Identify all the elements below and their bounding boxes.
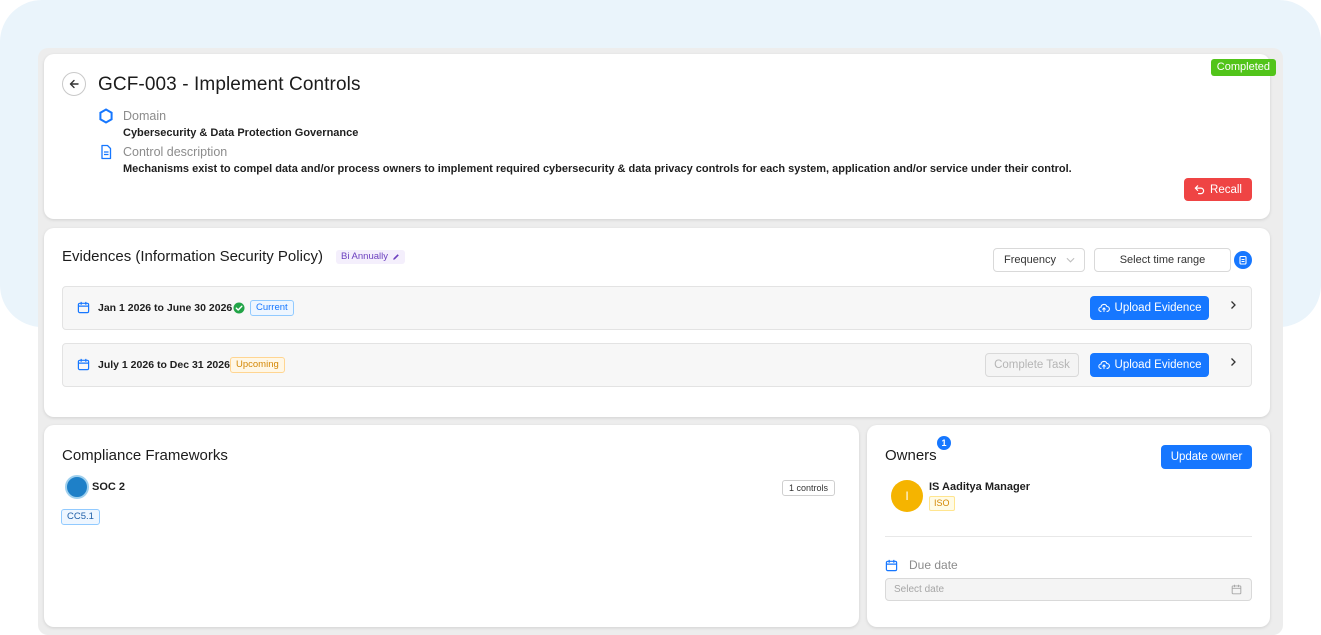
calendar-icon [77,358,90,371]
calendar-icon [885,559,898,572]
chevron-right-icon[interactable] [1230,357,1237,367]
check-circle-icon [233,302,245,314]
recall-button[interactable]: Recall [1184,178,1252,201]
upload-evidence-label: Upload Evidence [1114,302,1202,314]
evidences-card: Evidences (Information Security Policy) … [44,228,1270,417]
cloud-upload-icon [1097,360,1110,369]
owner-role-tag: ISO [929,496,955,511]
chevron-right-icon[interactable] [1230,300,1237,310]
frequency-badge-label: Bi Annually [341,251,389,262]
arrow-left-icon [69,79,79,89]
document-icon [101,144,112,160]
frequency-select-value: Frequency [1004,254,1056,266]
domain-icon [99,108,113,124]
calendar-icon [77,301,90,314]
framework-logo [65,475,89,499]
owners-card: Owners 1 Update owner I IS Aaditya Manag… [867,425,1270,627]
cloud-upload-icon [1097,303,1110,312]
complete-task-button[interactable]: Complete Task [985,353,1079,377]
clipboard-icon [1239,255,1247,265]
framework-name: SOC 2 [92,481,126,493]
owner-count-badge: 1 [937,436,951,450]
due-date-label: Due date [909,558,958,572]
avatar: I [891,480,923,512]
status-badge: Completed [1210,59,1276,76]
pencil-icon [393,254,399,260]
evidence-period-row[interactable]: July 1 2026 to Dec 31 2026 Upcoming Comp… [62,343,1252,387]
evidences-title: Evidences (Information Security Policy) [62,248,323,265]
domain-value: Cybersecurity & Data Protection Governan… [123,127,359,139]
description-value: Mechanisms exist to compel data and/or p… [123,163,1072,175]
controls-count-badge: 1 controls [781,480,835,496]
description-label: Control description [123,145,228,159]
time-range-placeholder: Select time range [1119,254,1206,266]
divider [885,536,1252,537]
domain-label: Domain [123,109,167,123]
calendar-icon [1231,584,1242,595]
frequency-select[interactable]: Frequency [993,248,1085,272]
calendar-button[interactable] [1234,251,1252,269]
owners-title: Owners [885,447,937,464]
chevron-down-icon [1066,257,1075,263]
back-button[interactable] [62,72,86,96]
due-date-placeholder: Select date [894,584,945,595]
compliance-title: Compliance Frameworks [62,447,228,464]
period-status-tag: Current [250,300,294,316]
update-owner-button[interactable]: Update owner [1161,445,1252,469]
period-label: July 1 2026 to Dec 31 2026 [98,359,230,371]
frequency-badge[interactable]: Bi Annually [336,250,406,264]
owner-name: IS Aaditya Manager [929,481,1031,493]
upload-evidence-button[interactable]: Upload Evidence [1090,353,1209,377]
upload-evidence-label: Upload Evidence [1114,359,1202,371]
page-title: GCF-003 - Implement Controls [98,74,361,95]
recall-label: Recall [1210,183,1242,196]
control-header-card: GCF-003 - Implement Controls Completed D… [44,54,1276,219]
period-label: Jan 1 2026 to June 30 2026 [98,302,233,314]
compliance-frameworks-card: Compliance Frameworks SOC 2 1 controls C… [44,425,859,627]
due-date-input[interactable]: Select date [885,578,1252,601]
undo-icon [1194,185,1205,195]
evidence-period-row[interactable]: Jan 1 2026 to June 30 2026 Current Uploa… [62,286,1252,330]
upload-evidence-button[interactable]: Upload Evidence [1090,296,1209,320]
time-range-select[interactable]: Select time range [1094,248,1231,272]
period-status-tag: Upcoming [230,357,285,373]
control-tag[interactable]: CC5.1 [61,509,100,525]
